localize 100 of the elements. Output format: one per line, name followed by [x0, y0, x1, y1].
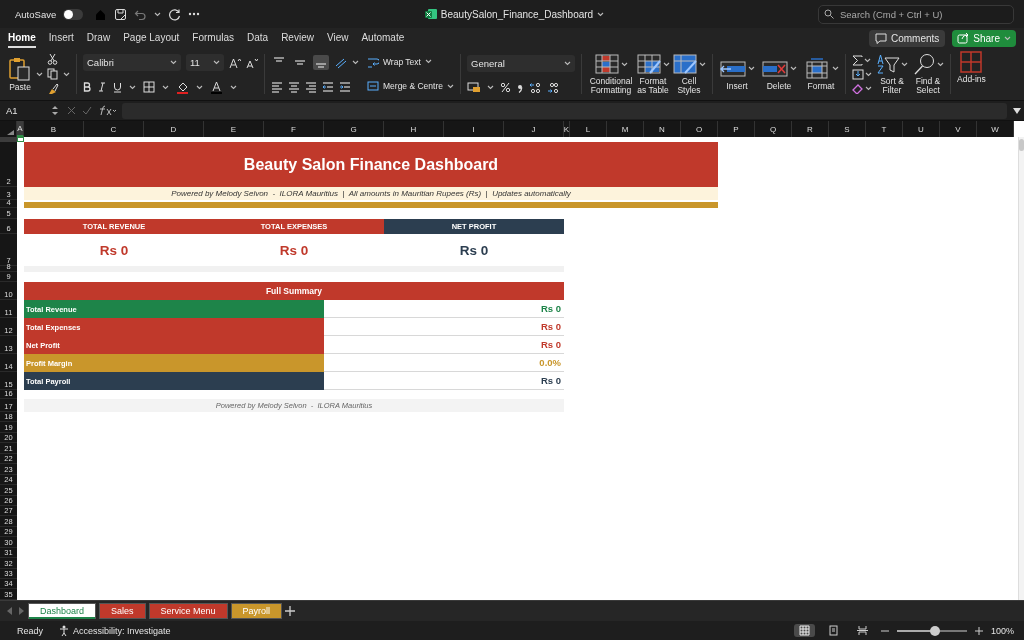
fill-down-icon[interactable] — [852, 68, 864, 80]
font-name-dropdown[interactable]: Calibri — [83, 54, 181, 72]
column-header[interactable]: Q — [755, 121, 792, 137]
align-left-icon[interactable] — [271, 81, 283, 93]
column-header[interactable]: E — [204, 121, 264, 137]
formula-input[interactable] — [122, 102, 1007, 119]
ribbon-button[interactable]: Conditional Formatting — [588, 53, 634, 95]
sheet-tab[interactable]: Service Menu — [148, 603, 228, 619]
chevron-down-icon[interactable] — [213, 60, 220, 66]
currency-icon[interactable] — [467, 82, 481, 93]
increase-decimal-icon[interactable] — [529, 81, 541, 94]
ribbon-tab[interactable]: Review — [281, 28, 314, 48]
shrink-font-icon[interactable] — [246, 56, 258, 69]
column-header[interactable]: V — [940, 121, 977, 137]
ribbon-button[interactable]: Cell Styles — [672, 53, 706, 95]
percent-icon[interactable] — [500, 82, 511, 93]
chevron-down-icon[interactable] — [487, 85, 494, 90]
chevron-down-icon[interactable] — [865, 85, 872, 91]
sheet-tab[interactable]: Sales — [99, 603, 146, 619]
merge-button[interactable]: Merge & Centre — [367, 80, 454, 93]
comments-button[interactable]: Comments — [868, 29, 946, 47]
column-header[interactable]: I — [444, 121, 504, 137]
ribbon-tab[interactable]: Insert — [48, 28, 74, 48]
column-header[interactable]: N — [644, 121, 681, 137]
column-header[interactable]: H — [384, 121, 444, 137]
chevron-down-icon[interactable] — [564, 60, 571, 66]
column-header[interactable]: F — [264, 121, 324, 137]
chevron-down-icon[interactable] — [154, 11, 162, 17]
chevron-down-icon[interactable] — [129, 84, 136, 90]
column-header[interactable]: O — [681, 121, 718, 137]
ribbon-tab[interactable]: Page Layout — [123, 28, 180, 48]
chevron-down-icon[interactable] — [230, 84, 237, 90]
zoom-level[interactable]: 100% — [990, 625, 1014, 636]
wrap-text-button[interactable]: Wrap Text — [367, 55, 454, 68]
italic-icon[interactable] — [98, 82, 106, 93]
chevron-down-icon[interactable] — [196, 84, 203, 90]
column-header[interactable]: M — [607, 121, 644, 137]
number-format-dropdown[interactable]: General — [467, 54, 575, 72]
ribbon-button[interactable]: Delete — [761, 57, 797, 91]
accessibility-icon[interactable] — [59, 624, 70, 637]
chevron-down-icon[interactable] — [162, 84, 169, 90]
bold-icon[interactable] — [83, 82, 91, 93]
search-icon[interactable] — [824, 9, 834, 19]
decrease-decimal-icon[interactable] — [547, 81, 559, 94]
accessibility-status[interactable]: Accessibility: Investigate — [73, 625, 171, 636]
ribbon-button[interactable]: Format — [803, 57, 839, 91]
fill-color-icon[interactable] — [176, 80, 189, 94]
column-header[interactable]: G — [324, 121, 384, 137]
align-right-icon[interactable] — [305, 81, 317, 93]
zoom-in-icon[interactable] — [974, 626, 983, 635]
chevron-down-icon[interactable] — [447, 83, 454, 89]
eraser-icon[interactable] — [852, 82, 864, 94]
chevron-down-icon[interactable] — [864, 57, 871, 63]
next-sheet-icon[interactable] — [17, 607, 25, 615]
plus-icon[interactable] — [285, 606, 296, 616]
increase-indent-icon[interactable] — [339, 81, 351, 93]
ribbon-button[interactable]: Find & Select — [912, 53, 944, 95]
ribbon-tab[interactable]: Draw — [86, 28, 111, 48]
expand-icon[interactable] — [1013, 107, 1021, 114]
view-button[interactable] — [793, 624, 815, 637]
chevron-down-icon[interactable] — [865, 71, 872, 77]
add-ins-button[interactable]: Add-ins — [957, 51, 986, 97]
chevron-down-icon[interactable] — [597, 11, 605, 17]
more-icon[interactable] — [188, 12, 201, 16]
ribbon-tab[interactable]: Formulas — [192, 28, 234, 48]
column-header[interactable]: T — [866, 121, 903, 137]
scrollbar-thumb[interactable] — [1019, 139, 1024, 151]
autosave-toggle[interactable] — [63, 8, 84, 20]
copy-icon[interactable] — [47, 68, 58, 80]
cancel-icon[interactable] — [67, 106, 76, 115]
paintbrush-icon[interactable] — [47, 83, 59, 95]
slider-thumb[interactable] — [930, 625, 941, 636]
function-icon[interactable] — [98, 105, 116, 116]
sum-icon[interactable] — [852, 54, 863, 66]
ribbon-button[interactable]: Sort & Filter — [876, 53, 908, 95]
scissors-icon[interactable] — [47, 53, 58, 65]
clipboard-icon[interactable] — [8, 56, 32, 81]
column-header[interactable]: L — [570, 121, 607, 137]
borders-icon[interactable] — [143, 81, 155, 94]
align-center-icon[interactable] — [288, 81, 300, 93]
check-icon[interactable] — [82, 106, 92, 115]
comma-icon[interactable] — [517, 82, 523, 93]
chevron-down-icon[interactable] — [748, 66, 755, 72]
ribbon-tab[interactable]: View — [326, 28, 349, 48]
chevron-down-icon[interactable] — [937, 61, 944, 67]
font-color-icon[interactable] — [210, 80, 223, 94]
prev-sheet-icon[interactable] — [6, 607, 14, 615]
column-header[interactable]: P — [718, 121, 755, 137]
column-header[interactable]: W — [977, 121, 1014, 137]
paste-button[interactable]: Paste — [8, 56, 32, 92]
column-header[interactable]: D — [144, 121, 204, 137]
chevron-down-icon[interactable] — [901, 61, 908, 67]
ribbon-button[interactable]: Insert — [719, 57, 755, 91]
ribbon-tab[interactable]: Data — [247, 28, 269, 48]
chevron-down-icon[interactable] — [663, 61, 670, 67]
sheet-tab[interactable]: Dashboard — [28, 603, 97, 619]
text-angle-icon[interactable] — [334, 56, 347, 69]
chevron-down-icon[interactable] — [63, 71, 70, 77]
column-header[interactable]: B — [24, 121, 84, 137]
underline-icon[interactable] — [113, 81, 122, 93]
